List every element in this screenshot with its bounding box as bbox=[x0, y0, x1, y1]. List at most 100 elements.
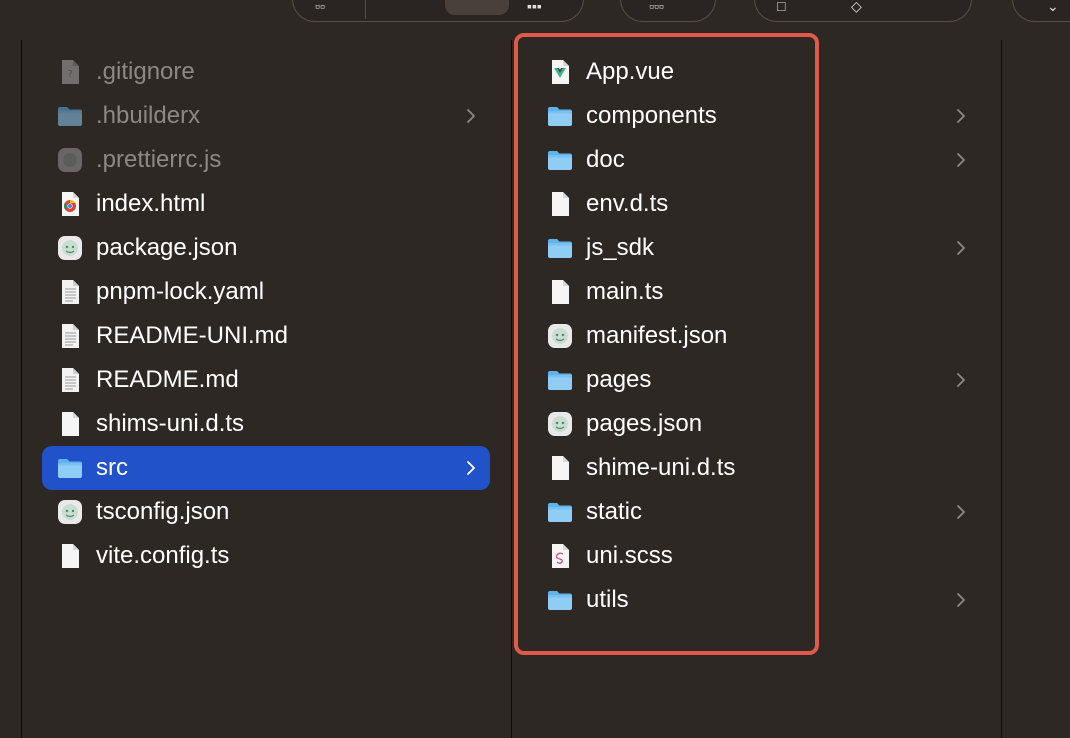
file-name-label: README-UNI.md bbox=[96, 322, 289, 349]
file-icon bbox=[546, 454, 574, 482]
more-button[interactable]: ⌄ bbox=[1012, 0, 1070, 22]
vue-file-icon bbox=[546, 58, 574, 86]
file-name-label: js_sdk bbox=[586, 234, 655, 261]
file-row[interactable]: components bbox=[532, 94, 980, 138]
chevron-right-icon bbox=[462, 459, 480, 477]
chevron-right-icon bbox=[952, 371, 970, 389]
file-row[interactable]: .hbuilderx bbox=[42, 94, 490, 138]
file-name-label: manifest.json bbox=[586, 322, 728, 349]
chevron-icon: ⌄ bbox=[1047, 0, 1059, 14]
chevron-right-icon bbox=[952, 151, 970, 169]
view-mode-control[interactable]: ▫▫ ▪▪▪ bbox=[292, 0, 584, 22]
file-name-label: shime-uni.d.ts bbox=[586, 454, 736, 481]
file-row[interactable]: doc bbox=[532, 138, 980, 182]
column-divider[interactable] bbox=[21, 40, 22, 738]
json-file-icon bbox=[56, 234, 84, 262]
file-row[interactable]: static bbox=[532, 490, 980, 534]
file-row[interactable]: shims-uni.d.ts bbox=[42, 402, 490, 446]
file-icon bbox=[546, 190, 574, 218]
file-row[interactable]: src bbox=[42, 446, 490, 490]
file-name-label: pnpm-lock.yaml bbox=[96, 278, 265, 305]
share-icon[interactable]: □ bbox=[777, 0, 785, 13]
folder-icon bbox=[546, 366, 574, 394]
file-row[interactable]: env.d.ts bbox=[532, 182, 980, 226]
text-document-icon bbox=[56, 366, 84, 394]
file-name-label: App.vue bbox=[586, 58, 675, 85]
group-button[interactable]: ▫▫▫ bbox=[620, 0, 716, 22]
file-row[interactable]: main.ts bbox=[532, 270, 980, 314]
chevron-right-icon bbox=[952, 503, 970, 521]
src-folder-column: App.vue components doc env.d.ts js_sdk m… bbox=[532, 50, 980, 622]
json-file-icon bbox=[546, 322, 574, 350]
folder-icon bbox=[56, 454, 84, 482]
file-name-label: .prettierrc.js bbox=[96, 146, 222, 173]
file-row[interactable]: .prettierrc.js bbox=[42, 138, 490, 182]
chevron-right-icon bbox=[952, 107, 970, 125]
column-divider[interactable] bbox=[1001, 40, 1002, 738]
file-row[interactable]: js_sdk bbox=[532, 226, 980, 270]
file-row[interactable]: package.json bbox=[42, 226, 490, 270]
file-name-label: pages bbox=[586, 366, 652, 393]
chevron-right-icon bbox=[952, 239, 970, 257]
file-icon bbox=[56, 410, 84, 438]
file-name-label: index.html bbox=[96, 190, 206, 217]
file-name-label: README.md bbox=[96, 366, 239, 393]
text-document-icon bbox=[56, 278, 84, 306]
hidden-file-icon: ? bbox=[56, 58, 84, 86]
html-file-icon bbox=[56, 190, 84, 218]
json-file-icon bbox=[546, 410, 574, 438]
svg-text:?: ? bbox=[67, 69, 72, 80]
folder-icon bbox=[546, 102, 574, 130]
file-row[interactable]: vite.config.ts bbox=[42, 534, 490, 578]
file-row[interactable]: ? .gitignore bbox=[42, 50, 490, 94]
file-name-label: src bbox=[96, 454, 128, 481]
file-row[interactable]: pnpm-lock.yaml bbox=[42, 270, 490, 314]
file-name-label: doc bbox=[586, 146, 625, 173]
file-row[interactable]: tsconfig.json bbox=[42, 490, 490, 534]
tag-icon[interactable]: ◇ bbox=[851, 0, 862, 13]
text-document-icon bbox=[56, 322, 84, 350]
file-row[interactable]: index.html bbox=[42, 182, 490, 226]
parent-folder-column: ? .gitignore .hbuilderx .prettierrc.js i… bbox=[42, 50, 490, 578]
group-grid-icon: ▫▫▫ bbox=[649, 0, 664, 14]
file-name-label: uni.scss bbox=[586, 542, 673, 569]
icon-view-icon[interactable]: ▫▫ bbox=[315, 0, 325, 13]
file-row[interactable]: uni.scss bbox=[532, 534, 980, 578]
folder-icon bbox=[56, 102, 84, 130]
file-name-label: static bbox=[586, 498, 643, 525]
file-row[interactable]: README-UNI.md bbox=[42, 314, 490, 358]
file-row[interactable]: App.vue bbox=[532, 50, 980, 94]
file-name-label: main.ts bbox=[586, 278, 664, 305]
script-file-icon bbox=[56, 146, 84, 174]
action-controls[interactable]: □ ◇ bbox=[754, 0, 972, 22]
sass-file-icon bbox=[546, 542, 574, 570]
file-row[interactable]: README.md bbox=[42, 358, 490, 402]
file-row[interactable]: shime-uni.d.ts bbox=[532, 446, 980, 490]
column-divider[interactable] bbox=[511, 40, 512, 738]
folder-icon bbox=[546, 586, 574, 614]
chevron-right-icon bbox=[952, 591, 970, 609]
file-name-label: pages.json bbox=[586, 410, 703, 437]
file-row[interactable]: utils bbox=[532, 578, 980, 622]
file-icon bbox=[546, 278, 574, 306]
folder-icon bbox=[546, 498, 574, 526]
file-name-label: components bbox=[586, 102, 717, 129]
chevron-right-icon bbox=[462, 107, 480, 125]
toolbar: ▫▫ ▪▪▪ ▫▫▫ □ ◇ ⌄ bbox=[0, 0, 1070, 40]
file-name-label: tsconfig.json bbox=[96, 498, 230, 525]
finder-window: ▫▫ ▪▪▪ ▫▫▫ □ ◇ ⌄ ? .gitignore .hbuilderx… bbox=[0, 0, 1070, 738]
json-file-icon bbox=[56, 498, 84, 526]
gallery-view-icon[interactable]: ▪▪▪ bbox=[527, 0, 542, 13]
file-name-label: vite.config.ts bbox=[96, 542, 230, 569]
file-icon bbox=[56, 542, 84, 570]
file-name-label: .hbuilderx bbox=[96, 102, 201, 129]
file-name-label: package.json bbox=[96, 234, 238, 261]
file-row[interactable]: pages bbox=[532, 358, 980, 402]
file-row[interactable]: pages.json bbox=[532, 402, 980, 446]
file-name-label: utils bbox=[586, 586, 629, 613]
file-name-label: env.d.ts bbox=[586, 190, 669, 217]
file-name-label: .gitignore bbox=[96, 58, 195, 85]
file-name-label: shims-uni.d.ts bbox=[96, 410, 245, 437]
file-row[interactable]: manifest.json bbox=[532, 314, 980, 358]
column-view-button[interactable] bbox=[445, 0, 509, 15]
